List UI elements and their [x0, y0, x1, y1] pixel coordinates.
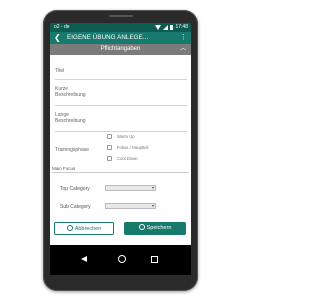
section-title: Pflichtangaben — [100, 46, 141, 52]
save-label: Speichern — [146, 225, 172, 231]
signal-icon — [163, 25, 169, 30]
kurze-placeholder-line2: Beschreibung — [55, 92, 86, 98]
clock: 17:48 — [175, 24, 188, 30]
wifi-icon — [155, 25, 162, 30]
checkbox-icon[interactable] — [107, 156, 112, 161]
checkbox-icon[interactable] — [107, 134, 112, 139]
phone-frame: o2 - de 17:48 ❮ EIGENE ÜBUNG ANLEGE... ⋮… — [43, 10, 198, 291]
top-category-label: Top Category — [60, 186, 90, 192]
lange-placeholder-line2: Beschreibung — [55, 118, 86, 124]
status-bar: o2 - de 17:48 — [50, 23, 191, 32]
section-header-pflichtangaben[interactable]: Pflichtangaben ︿ — [50, 44, 191, 55]
nav-back-icon[interactable] — [81, 256, 87, 262]
main-focus-header: Main Focus — [52, 165, 189, 173]
chevron-up-icon[interactable]: ︿ — [180, 44, 186, 55]
carrier-text: o2 - de — [54, 24, 70, 30]
lange-beschreibung-field[interactable]: Lange Beschreibung — [55, 112, 187, 132]
battery-icon — [170, 25, 174, 30]
trainingsphase-label: Trainingsphase — [55, 147, 90, 153]
close-circle-icon — [66, 225, 73, 231]
sub-category-label: Sub Category — [60, 204, 91, 210]
checkbox-cool-down[interactable]: Cool Down — [107, 156, 167, 163]
checkbox-warm-up[interactable]: Warm Up — [107, 134, 167, 141]
titel-field[interactable]: Titel — [55, 68, 187, 80]
screen: o2 - de 17:48 ❮ EIGENE ÜBUNG ANLEGE... ⋮… — [50, 23, 191, 275]
overflow-menu-icon[interactable]: ⋮ — [180, 32, 187, 44]
cancel-label: Abbrechen — [74, 226, 102, 232]
android-nav-bar — [50, 245, 191, 275]
page-title: EIGENE ÜBUNG ANLEGE... — [67, 34, 149, 41]
top-category-select[interactable] — [105, 185, 156, 191]
sub-category-select[interactable] — [105, 203, 156, 209]
checkbox-icon[interactable] — [107, 145, 112, 150]
nav-recents-icon[interactable] — [151, 256, 158, 263]
cancel-button[interactable]: Abbrechen — [54, 222, 114, 235]
nav-home-icon[interactable] — [118, 255, 126, 263]
save-button[interactable]: Speichern — [124, 222, 186, 235]
kurze-beschreibung-field[interactable]: Kurze Beschreibung — [55, 86, 187, 106]
dropdown-arrow-icon — [152, 187, 154, 189]
checkbox-fokus-hauptteil[interactable]: Fokus / Hauptteil — [107, 145, 167, 152]
check-circle-icon — [138, 224, 145, 230]
app-bar: ❮ EIGENE ÜBUNG ANLEGE... ⋮ — [50, 32, 191, 44]
dropdown-arrow-icon — [152, 205, 154, 207]
speaker-grille — [109, 15, 133, 17]
back-arrow-icon[interactable]: ❮ — [54, 33, 61, 43]
titel-placeholder: Titel — [55, 68, 65, 74]
